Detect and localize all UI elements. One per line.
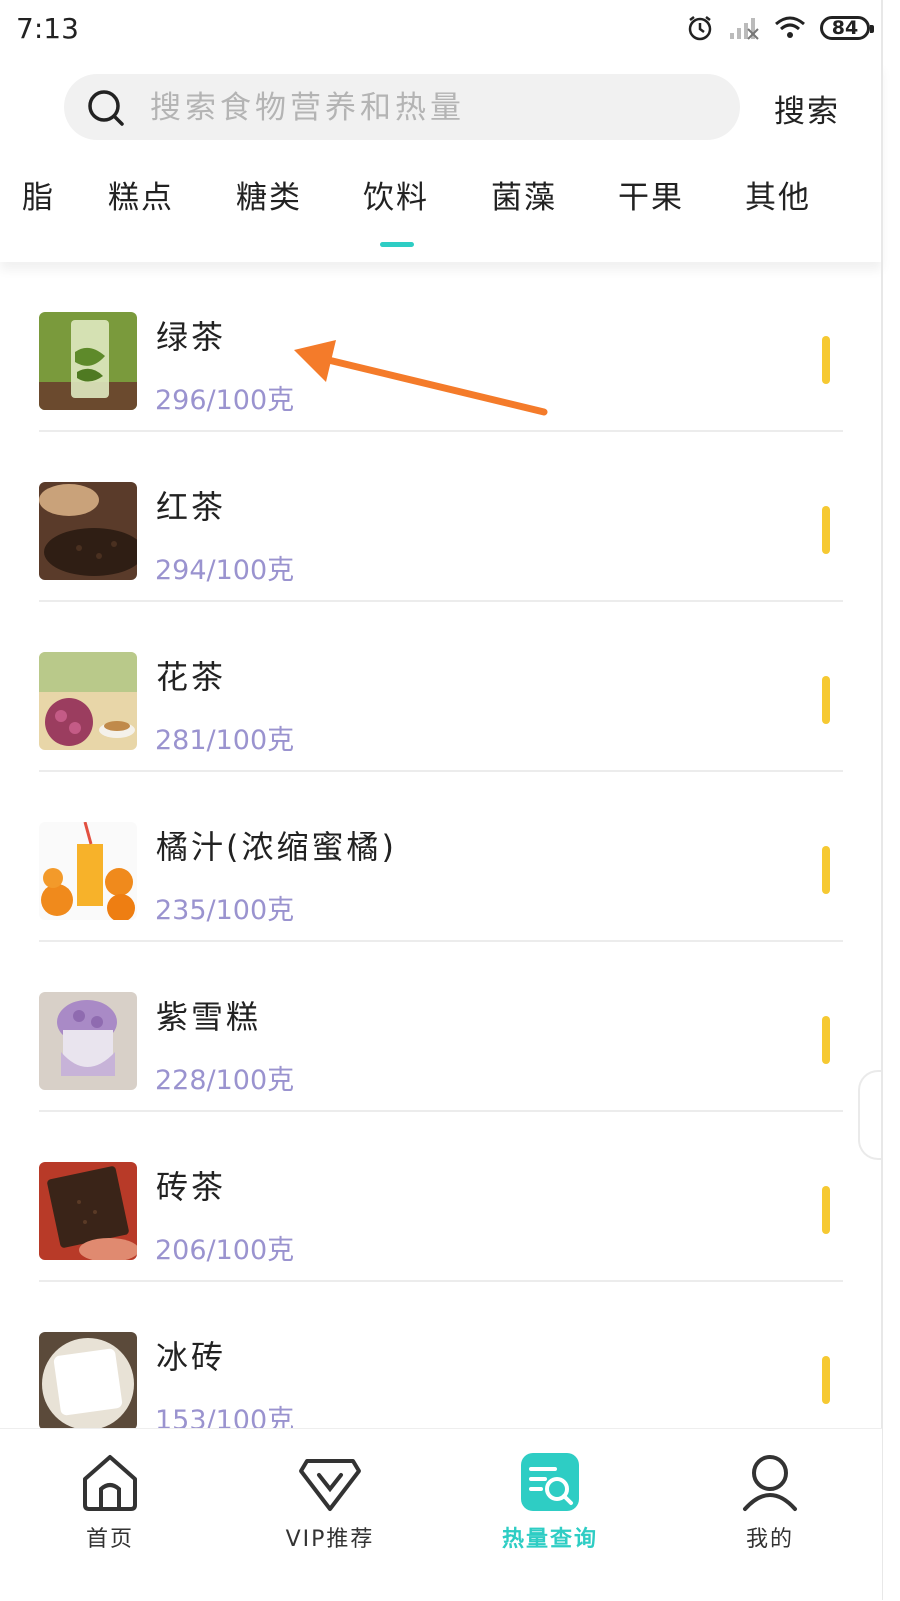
category-tabs: 脂 糕点 糖类 饮料 菌藻 干果 其他 <box>0 172 882 248</box>
profile-icon <box>739 1451 801 1517</box>
vip-icon <box>297 1451 363 1517</box>
signal-icon <box>728 15 760 41</box>
food-item[interactable]: 冰砖 153/100克 <box>0 1282 882 1452</box>
nav-vip-label: VIP推荐 <box>285 1527 375 1552</box>
tab-pastry[interactable]: 糕点 <box>108 172 174 217</box>
nav-vip[interactable]: VIP推荐 <box>250 1429 410 1601</box>
food-thumbnail <box>39 822 137 920</box>
food-thumbnail <box>39 992 137 1090</box>
nav-profile[interactable]: 我的 <box>690 1429 850 1601</box>
status-time: 7:13 <box>16 12 79 45</box>
indicator-bar <box>822 1186 830 1234</box>
food-item[interactable]: 紫雪糕 228/100克 <box>0 942 882 1112</box>
indicator-bar <box>822 1016 830 1064</box>
food-item[interactable]: 砖茶 206/100克 <box>0 1112 882 1282</box>
food-calories: 281/100克 <box>155 725 295 756</box>
nav-calorie-search[interactable]: 热量查询 <box>470 1429 630 1601</box>
nav-calorie-search-label: 热量查询 <box>501 1527 598 1552</box>
food-name: 紫雪糕 <box>156 998 262 1036</box>
food-name: 绿茶 <box>156 318 227 356</box>
food-calories: 296/100克 <box>155 385 295 416</box>
tab-dried-fruit[interactable]: 干果 <box>618 172 684 217</box>
screen-edge <box>881 0 883 1600</box>
status-icons: 84 <box>686 14 874 42</box>
indicator-bar <box>822 676 830 724</box>
food-name: 花茶 <box>156 658 227 696</box>
header: 搜索 脂 糕点 糖类 饮料 菌藻 干果 其他 <box>0 62 882 262</box>
wifi-icon <box>774 15 806 41</box>
tab-drinks[interactable]: 饮料 <box>363 172 429 217</box>
nav-profile-label: 我的 <box>745 1527 794 1552</box>
food-item[interactable]: 红茶 294/100克 <box>0 432 882 602</box>
indicator-bar <box>822 336 830 384</box>
food-item[interactable]: 绿茶 296/100克 <box>0 262 882 432</box>
nav-home[interactable]: 首页 <box>30 1429 190 1601</box>
food-item[interactable]: 花茶 281/100克 <box>0 602 882 772</box>
bottom-nav: 首页 VIP推荐 热量查询 我的 <box>0 1428 882 1601</box>
food-item[interactable]: 橘汁(浓缩蜜橘) 235/100克 <box>0 772 882 942</box>
tab-fat[interactable]: 脂 <box>22 172 55 217</box>
indicator-bar <box>822 846 830 894</box>
food-name: 橘汁(浓缩蜜橘) <box>156 828 397 866</box>
food-calories: 294/100克 <box>155 555 295 586</box>
food-thumbnail <box>39 652 137 750</box>
calorie-search-icon <box>519 1451 581 1517</box>
indicator-bar <box>822 1356 830 1404</box>
food-name: 砖茶 <box>156 1168 227 1206</box>
food-calories: 235/100克 <box>155 895 295 926</box>
active-tab-indicator <box>380 242 414 247</box>
search-input[interactable] <box>148 74 712 142</box>
battery-icon: 84 <box>820 16 874 40</box>
nav-home-label: 首页 <box>85 1527 134 1552</box>
search-bar[interactable] <box>64 74 740 142</box>
home-icon <box>79 1451 141 1517</box>
food-name: 冰砖 <box>156 1338 227 1376</box>
alarm-icon <box>686 14 714 42</box>
food-thumbnail <box>39 312 137 410</box>
side-drawer-handle[interactable] <box>858 1070 882 1160</box>
tab-fungi-algae[interactable]: 菌藻 <box>491 172 557 217</box>
search-icon <box>86 88 126 132</box>
food-thumbnail <box>39 1332 137 1430</box>
search-button[interactable]: 搜索 <box>774 86 840 131</box>
food-thumbnail <box>39 1162 137 1260</box>
tab-other[interactable]: 其他 <box>745 172 811 217</box>
tab-sugar[interactable]: 糖类 <box>236 172 302 217</box>
food-calories: 206/100克 <box>155 1235 295 1266</box>
food-calories: 228/100克 <box>155 1065 295 1096</box>
indicator-bar <box>822 506 830 554</box>
food-thumbnail <box>39 482 137 580</box>
status-bar: 7:13 84 <box>0 0 900 62</box>
food-name: 红茶 <box>156 488 227 526</box>
